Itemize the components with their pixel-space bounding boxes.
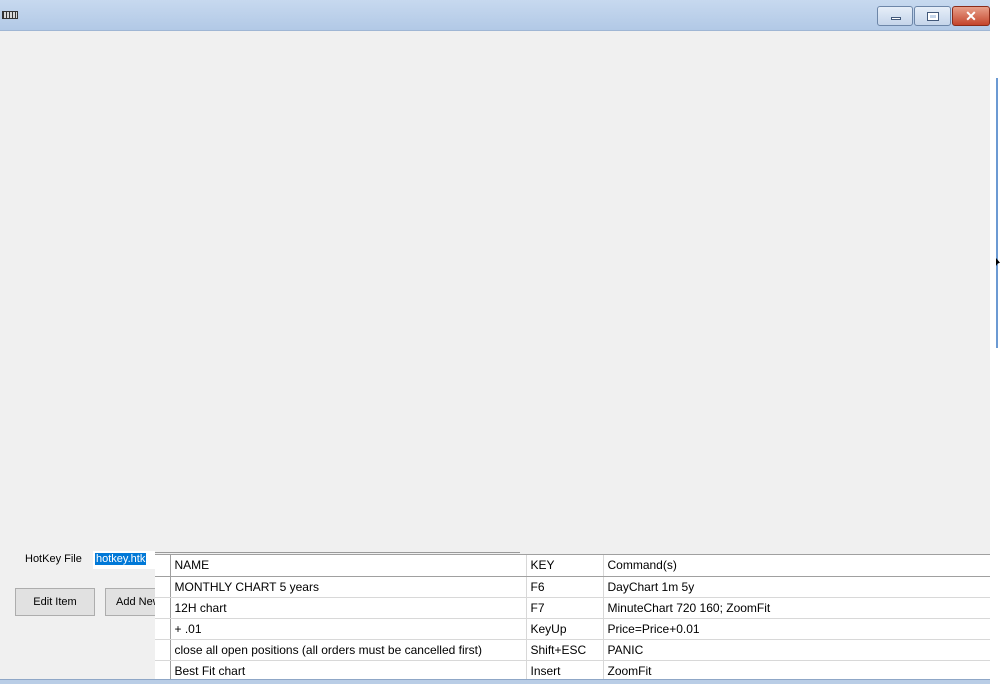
row-header[interactable] bbox=[155, 597, 171, 619]
cell-command[interactable]: Price=Price+0.01 bbox=[603, 618, 990, 640]
column-header-name[interactable]: NAME bbox=[170, 555, 527, 577]
hotkey-table: NAME KEY Command(s) MONTHLY CHART 5 year… bbox=[155, 555, 990, 679]
close-button[interactable]: ✕ bbox=[952, 6, 990, 26]
table-row[interactable]: + .01 KeyUp Price=Price+0.01 bbox=[155, 618, 990, 640]
cell-key[interactable]: F7 bbox=[526, 597, 604, 619]
main-window: ✕ HotKey File hotkey.htk Edit Item Add N… bbox=[0, 0, 990, 684]
column-header-commands[interactable]: Command(s) bbox=[603, 555, 990, 577]
row-header[interactable] bbox=[155, 660, 171, 679]
table-header-row: NAME KEY Command(s) bbox=[155, 555, 990, 577]
cell-name[interactable]: close all open positions (all orders mus… bbox=[170, 639, 527, 661]
hotkey-file-input[interactable]: hotkey.htk bbox=[93, 551, 155, 569]
cell-key[interactable]: F6 bbox=[526, 576, 604, 598]
keyboard-icon[interactable] bbox=[2, 11, 18, 19]
table-row[interactable]: MONTHLY CHART 5 years F6 DayChart 1m 5y bbox=[155, 576, 990, 598]
cell-command[interactable]: MinuteChart 720 160; ZoomFit bbox=[603, 597, 990, 619]
close-icon: ✕ bbox=[965, 8, 977, 24]
table-row[interactable]: close all open positions (all orders mus… bbox=[155, 639, 990, 661]
minimize-icon bbox=[891, 17, 901, 20]
divider bbox=[155, 552, 520, 553]
edit-item-button[interactable]: Edit Item bbox=[15, 588, 95, 616]
row-header[interactable] bbox=[155, 618, 171, 640]
desktop-edge bbox=[990, 0, 1000, 684]
cell-key[interactable]: Insert bbox=[526, 660, 604, 679]
cell-command[interactable]: ZoomFit bbox=[603, 660, 990, 679]
cell-name[interactable]: 12H chart bbox=[170, 597, 527, 619]
window-bottom-border bbox=[0, 679, 990, 684]
maximize-icon bbox=[927, 12, 939, 21]
cell-command[interactable]: PANIC bbox=[603, 639, 990, 661]
row-header-corner[interactable] bbox=[155, 555, 171, 577]
cell-name[interactable]: + .01 bbox=[170, 618, 527, 640]
cell-command[interactable]: DayChart 1m 5y bbox=[603, 576, 990, 598]
hotkey-grid[interactable]: NAME KEY Command(s) MONTHLY CHART 5 year… bbox=[155, 554, 990, 679]
maximize-button[interactable] bbox=[914, 6, 951, 26]
column-header-key[interactable]: KEY bbox=[526, 555, 604, 577]
hotkey-file-value: hotkey.htk bbox=[95, 553, 147, 565]
row-header[interactable] bbox=[155, 576, 171, 598]
adjacent-window-edge bbox=[996, 78, 998, 348]
hotkey-file-label: HotKey File bbox=[25, 553, 82, 565]
table-row[interactable]: 12H chart F7 MinuteChart 720 160; ZoomFi… bbox=[155, 597, 990, 619]
table-row[interactable]: Best Fit chart Insert ZoomFit bbox=[155, 660, 990, 679]
cell-key[interactable]: KeyUp bbox=[526, 618, 604, 640]
minimize-button[interactable] bbox=[877, 6, 913, 26]
row-header[interactable] bbox=[155, 639, 171, 661]
cell-key[interactable]: Shift+ESC bbox=[526, 639, 604, 661]
title-bar[interactable]: ✕ bbox=[0, 0, 990, 31]
cell-name[interactable]: MONTHLY CHART 5 years bbox=[170, 576, 527, 598]
cell-name[interactable]: Best Fit chart bbox=[170, 660, 527, 679]
